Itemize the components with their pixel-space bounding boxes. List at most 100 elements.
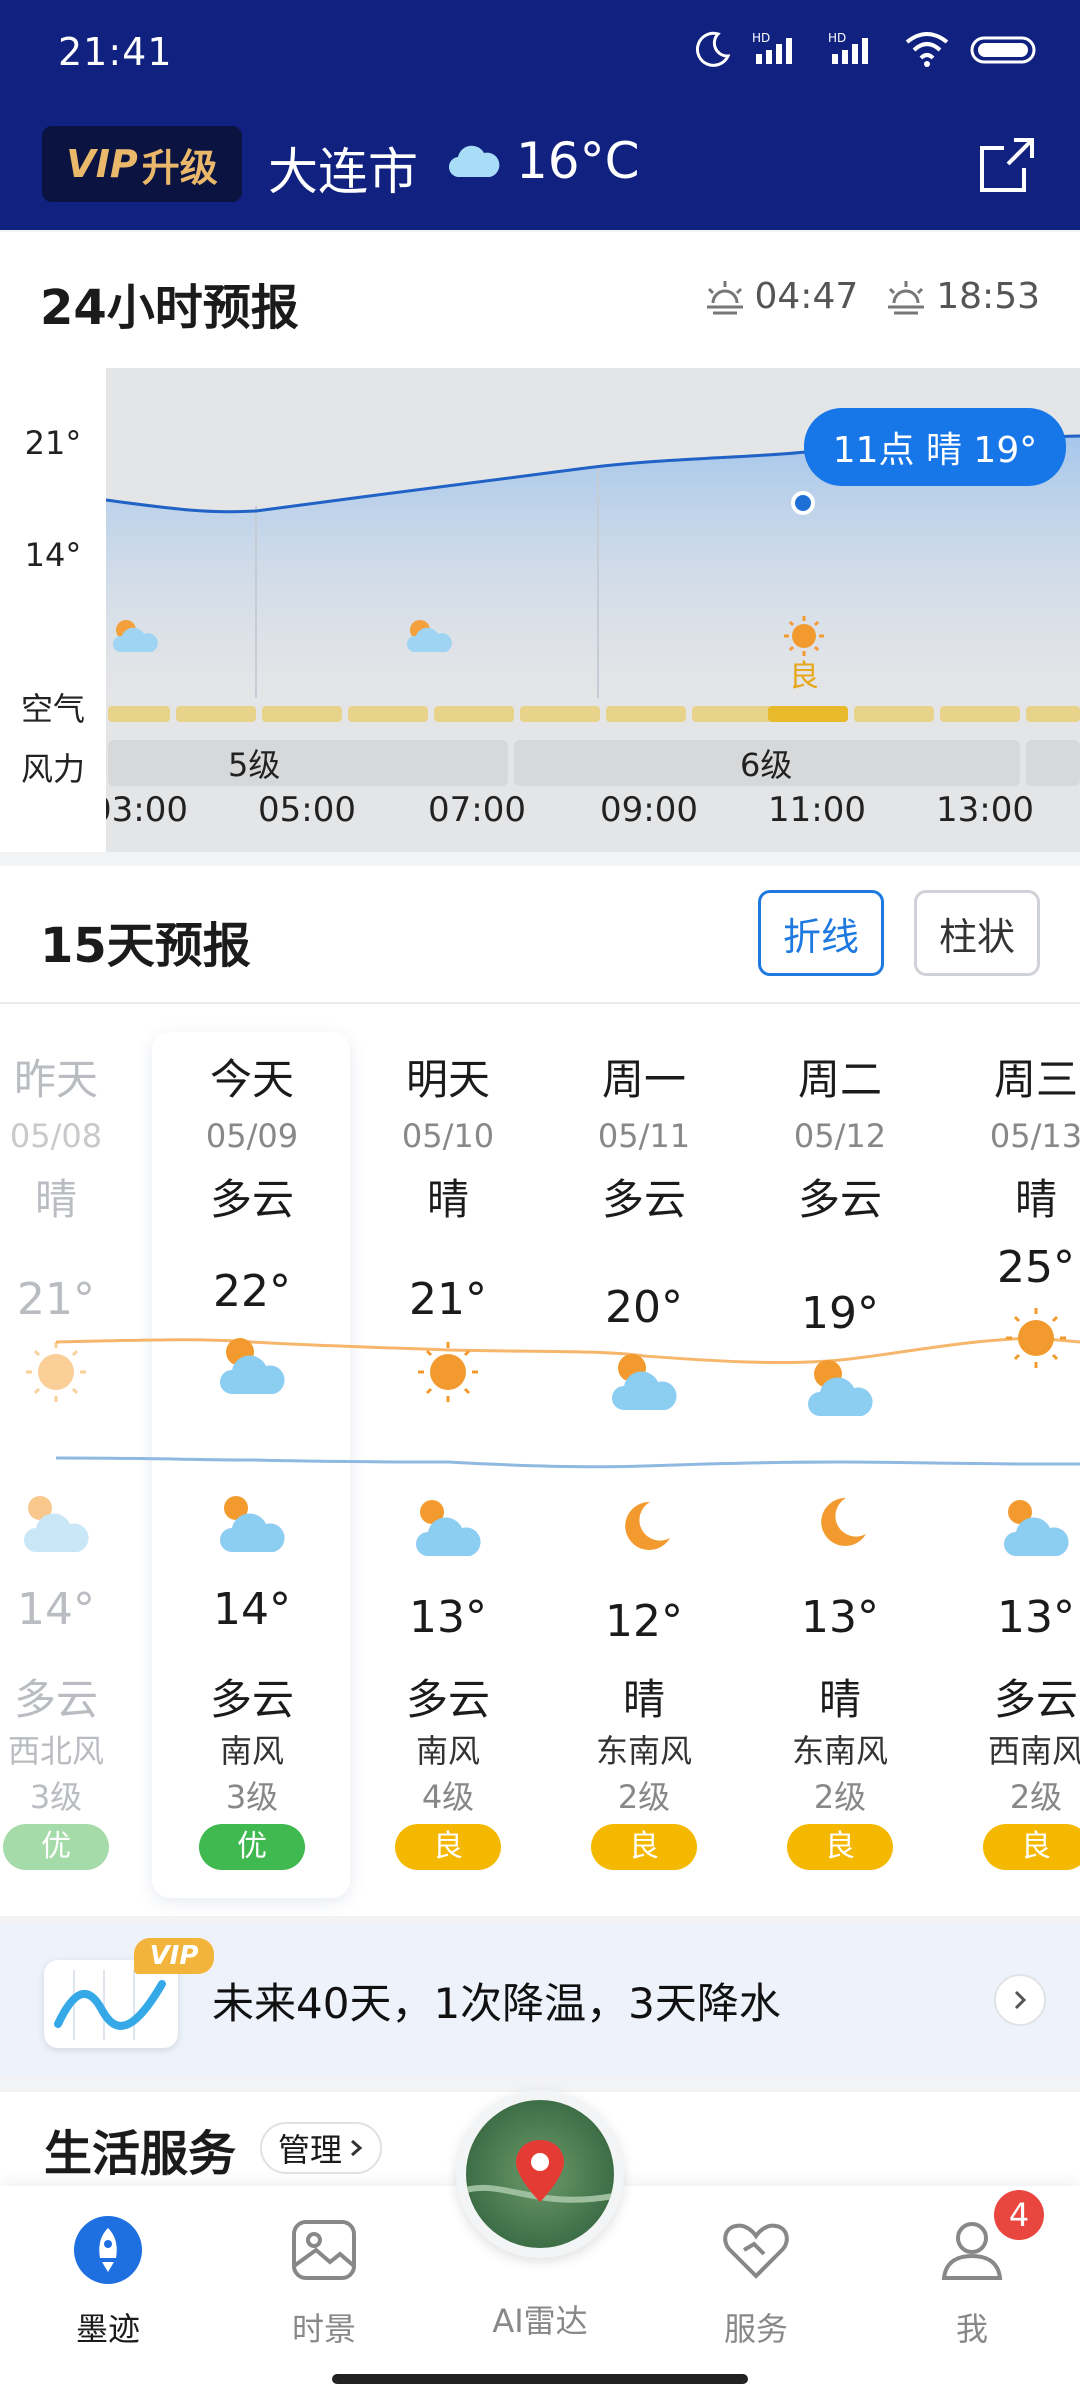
hour-label: 05:00	[258, 790, 356, 830]
night-weather: 晴	[818, 1675, 861, 1724]
temp-low: 14°	[213, 1584, 291, 1635]
forecast-40d-text: 未来40天，1次降温，3天降水	[212, 1979, 781, 2028]
aq-bar	[606, 706, 686, 722]
rocket-icon	[74, 2216, 142, 2284]
home-indicator[interactable]	[332, 2374, 748, 2384]
temp-low: 13°	[997, 1592, 1075, 1643]
top-bar: 21:41 HD HD VIP 升级 大连市 16°C	[0, 0, 1080, 230]
day-name: 周二	[797, 1055, 882, 1104]
day-date: 05/10	[401, 1117, 495, 1155]
row-label-air: 空气	[20, 690, 85, 728]
vip-tag: VIP	[134, 1938, 214, 1974]
nav-me[interactable]: 我	[882, 2214, 1062, 2350]
wind-level-label: 5级	[228, 746, 281, 784]
wind-direction: 南风	[219, 1732, 284, 1770]
partly-cloudy-night-icon	[24, 1496, 89, 1552]
day-date: 05/08	[9, 1117, 103, 1155]
hour-label: 03:00	[106, 790, 188, 830]
notification-badge: 4	[994, 2190, 1044, 2240]
battery-icon	[970, 36, 1036, 64]
wifi-icon	[905, 32, 949, 67]
wind-level: 2级	[813, 1778, 867, 1816]
wind-level: 4级	[421, 1778, 475, 1816]
wind-direction: 西南风	[987, 1732, 1080, 1770]
heart-handshake-icon	[723, 2223, 789, 2279]
partly-cloudy-night-icon	[1004, 1500, 1069, 1556]
aq-badge: 良	[787, 1824, 893, 1870]
forecast-24h-card: 24小时预报 04:47 18:53 21° 14° 空气 风力 良 5级 6级…	[0, 232, 1080, 852]
nav-services[interactable]: 服务	[666, 2214, 846, 2350]
vip-upgrade-button[interactable]: VIP 升级	[42, 126, 242, 202]
wind-level-segment	[1026, 740, 1080, 786]
life-services-title: 生活服务	[44, 2126, 237, 2182]
hour-tooltip: 11点 晴 19°	[804, 408, 1066, 486]
partly-cloudy-icon	[612, 1354, 677, 1410]
wind-direction: 东南风	[595, 1732, 692, 1770]
temp-low: 13°	[801, 1592, 879, 1643]
nav-scenes[interactable]: 时景	[234, 2214, 414, 2350]
day-column[interactable]: 周三 05/13 晴	[938, 1046, 1080, 1226]
wind-direction: 南风	[415, 1732, 480, 1770]
sunrise: 04:47	[703, 276, 858, 317]
nav-moji[interactable]: 墨迹	[18, 2214, 198, 2350]
night-weather: 晴	[622, 1675, 665, 1724]
radar-map-icon	[466, 2100, 614, 2248]
wind-level-segment: 5级	[108, 740, 508, 786]
current-weather[interactable]: 16°C	[446, 132, 640, 190]
day-date: 05/12	[793, 1117, 887, 1155]
aq-badge: 优	[3, 1824, 109, 1870]
day-column[interactable]: 周二 05/12 多云	[742, 1046, 938, 1226]
high-temp-line	[55, 1336, 1080, 1365]
hour-label: 07:00	[428, 790, 526, 830]
temp-high: 25°	[997, 1242, 1075, 1293]
toggle-line-button[interactable]: 折线	[758, 890, 884, 976]
aq-bar	[940, 706, 1020, 722]
manage-button[interactable]: 管理	[260, 2122, 383, 2174]
chevron-right-icon[interactable]	[994, 1974, 1046, 2026]
day-weather: 晴	[34, 1175, 77, 1224]
night-details: 多云 南风 4级 良	[350, 1666, 546, 1870]
row-label-wind: 风力	[20, 750, 85, 788]
forecast-40d-banner[interactable]: VIP 未来40天，1次降温，3天降水	[0, 1924, 1080, 2076]
nav-ai-radar[interactable]: AI雷达	[450, 2296, 630, 2342]
image-icon	[292, 2220, 356, 2280]
current-temp: 16°C	[516, 132, 640, 190]
hourly-chart[interactable]: 21° 14° 空气 风力 良 5级 6级 3:00 05:00 07:00 0…	[0, 368, 1080, 852]
moon-icon	[695, 31, 731, 67]
day-weather: 多云	[209, 1175, 294, 1224]
day-name: 周一	[601, 1055, 686, 1104]
toggle-bar-button[interactable]: 柱状	[914, 890, 1040, 976]
y-label-low: 14°	[24, 536, 82, 574]
day-column[interactable]: 周一 05/11 多云	[546, 1046, 742, 1226]
share-icon[interactable]	[974, 132, 1040, 198]
day-weather: 晴	[1014, 1175, 1057, 1224]
aq-bar	[854, 706, 934, 722]
chevron-right-icon	[351, 2139, 363, 2157]
vip-upgrade-label: 升级	[141, 145, 218, 190]
aq-badge: 良	[395, 1824, 501, 1870]
wind-direction: 西北风	[7, 1732, 104, 1770]
nav-moji-label: 墨迹	[75, 2310, 140, 2348]
forecast-24h-title: 24小时预报	[40, 280, 299, 336]
forecast-15d-title: 15天预报	[40, 918, 251, 974]
day-date: 05/13	[989, 1117, 1080, 1155]
city-name[interactable]: 大连市	[268, 132, 418, 204]
nav-me-label: 我	[955, 2310, 988, 2348]
temp-high: 22°	[213, 1266, 291, 1317]
daily-temp-graph	[55, 1336, 1080, 1469]
signal-icon-2: HD	[828, 31, 868, 64]
ai-radar-button[interactable]	[456, 2090, 624, 2258]
sunset-icon	[888, 280, 925, 314]
divider	[0, 1002, 1080, 1004]
sun-icon	[418, 1342, 478, 1402]
wind-level: 3级	[29, 1778, 83, 1816]
day-weather: 晴	[426, 1175, 469, 1224]
aq-bar-active	[768, 706, 848, 722]
day-weather: 多云	[601, 1175, 686, 1224]
day-column[interactable]: 昨天 05/08 晴	[0, 1046, 154, 1226]
day-column[interactable]: 今天 05/09 多云	[154, 1046, 350, 1226]
day-column[interactable]: 明天 05/10 晴	[350, 1046, 546, 1226]
day-name: 周三	[993, 1055, 1078, 1104]
day-date: 05/11	[597, 1117, 691, 1155]
status-time: 21:41	[58, 30, 173, 74]
